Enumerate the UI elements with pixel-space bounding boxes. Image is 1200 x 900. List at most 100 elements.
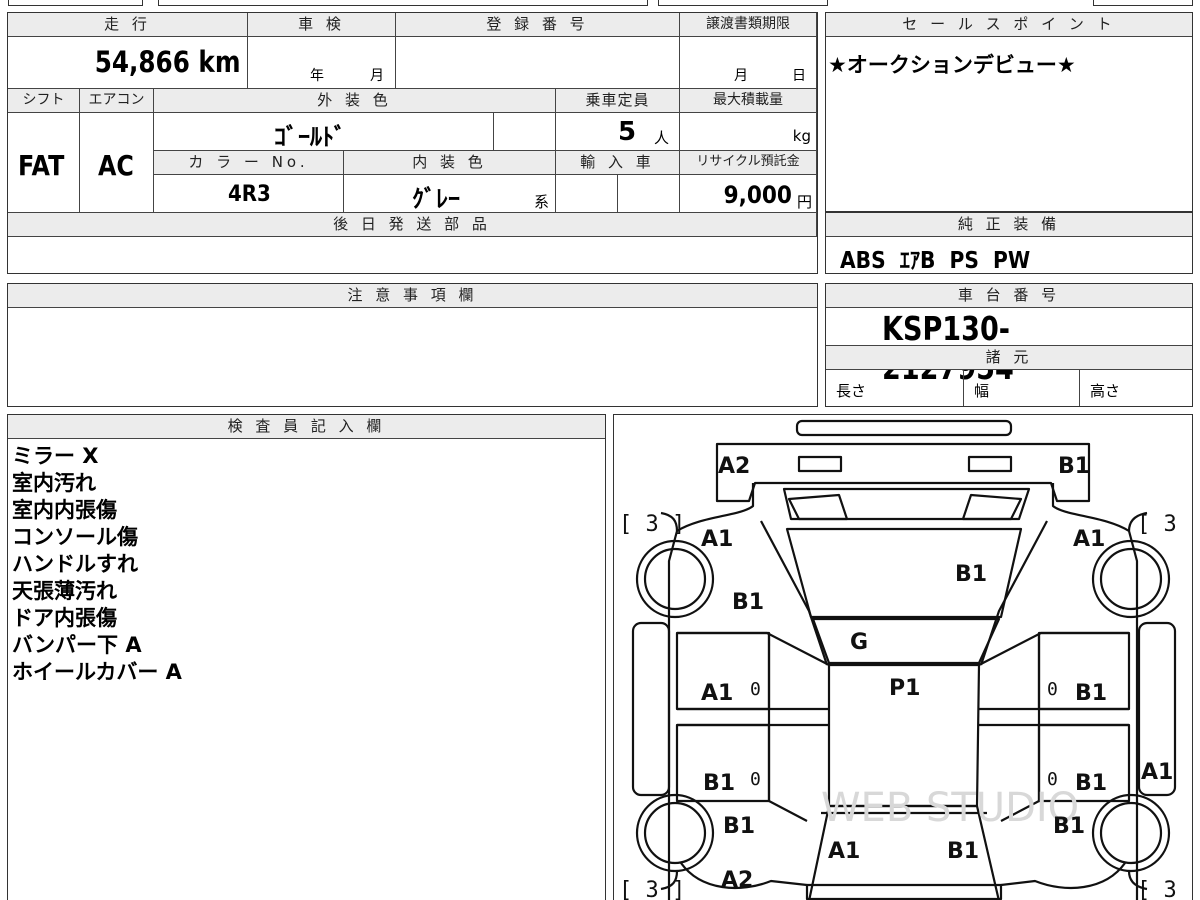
import-cell-2	[618, 175, 680, 213]
inspector-line: ハンドルすれ	[12, 552, 138, 576]
mark-left-rear-fender: B1	[723, 814, 755, 839]
inspector-line: 室内内張傷	[12, 498, 117, 522]
mark-hood: B1	[955, 562, 987, 587]
width-cell: 幅	[964, 370, 1080, 406]
exterior-color-value: ｺﾞｰﾙﾄﾞ	[274, 123, 346, 151]
later-parts-label: 後 日 発 送 部 品	[8, 213, 817, 237]
genuine-equipment-box: 純 正 装 備 ABS ｴｱB PS PW	[825, 212, 1193, 274]
mark-front-left-fender: A1	[701, 527, 733, 552]
inspector-line: コンソール傷	[12, 525, 138, 549]
mark-left-front-pillar: B1	[732, 590, 764, 615]
max-load-cell: kg	[680, 113, 817, 151]
recycle-cell: 9,000 円	[680, 175, 817, 213]
later-parts-area	[8, 237, 817, 272]
inspection-year-unit: 年	[310, 68, 324, 84]
mark-left-front-door: A1	[701, 681, 733, 706]
recycle-label: リサイクル預託金	[680, 151, 817, 175]
zero-mark: 0	[1047, 769, 1058, 790]
capacity-label: 乗車定員	[556, 89, 680, 113]
inspector-line: ホイールカバー A	[12, 660, 182, 684]
chassis-label: 車 台 番 号	[826, 284, 1192, 308]
vehicle-info-table: 走 行 車 検 登 録 番 号 譲渡書類期限 54,866 km 年 月 月 日…	[7, 12, 818, 274]
interior-color-cell: ｸﾞﾚｰ 系	[344, 175, 556, 213]
capacity-unit: 人	[654, 129, 670, 147]
interior-color-suffix: 系	[534, 193, 550, 211]
color-no-value: 4R3	[228, 182, 271, 207]
inspector-line: 室内汚れ	[12, 471, 96, 495]
registration-label: 登 録 番 号	[396, 13, 680, 37]
zero-mark: 0	[750, 769, 761, 790]
specs-label: 諸 元	[826, 346, 1192, 370]
inspection-cell: 年 月	[248, 37, 396, 89]
top-strip	[8, 0, 1193, 6]
zero-mark: 0	[1047, 679, 1058, 700]
inspector-box: 検 査 員 記 入 欄 ミラー X 室内汚れ 室内内張傷 コンソール傷 ハンドル…	[7, 414, 606, 900]
length-label: 長さ	[836, 382, 867, 400]
shift-cell: FAT	[8, 113, 80, 213]
import-cell-1	[556, 175, 618, 213]
mark-front-left-bumper: A2	[718, 454, 750, 479]
inspector-line: 天張薄汚れ	[12, 579, 117, 603]
tire-rear-left: [ 3 ]	[619, 878, 685, 900]
inspection-label: 車 検	[248, 13, 396, 37]
mark-right-rear-fender: B1	[1053, 814, 1085, 839]
notes-box: 注 意 事 項 欄	[7, 283, 818, 407]
ac-value: AC	[98, 149, 134, 182]
car-diagram-box: WEB STUDIO A2 B1 A1 A1 B1 B1 G P1 A1 B1 …	[613, 414, 1193, 900]
mark-roof: P1	[889, 676, 920, 701]
max-load-unit: kg	[792, 127, 811, 145]
inspector-line: ミラー X	[12, 444, 99, 468]
recycle-value: 9,000	[723, 181, 792, 209]
capacity-cell: 5 人	[556, 113, 680, 151]
mark-windshield: G	[850, 630, 868, 655]
mark-front-right-fender: A1	[1073, 527, 1105, 552]
zero-mark: 0	[750, 679, 761, 700]
length-cell: 長さ	[826, 370, 964, 406]
mark-rear-left-bumper: A2	[721, 868, 753, 893]
chassis-number-cell: KSP130-2127954	[826, 308, 1192, 387]
ac-label: エアコン	[80, 89, 154, 113]
max-load-label: 最大積載量	[680, 89, 817, 113]
chassis-box: 車 台 番 号 KSP130-2127954 諸 元 長さ 幅 高さ	[825, 283, 1193, 407]
width-label: 幅	[974, 382, 990, 400]
mark-trunk-right: B1	[947, 839, 979, 864]
mark-right-rear-door: B1	[1075, 771, 1107, 796]
shift-value: FAT	[18, 149, 65, 182]
registration-cell	[396, 37, 680, 89]
sales-point-text: ★オークションデビュー★	[828, 53, 1076, 77]
car-diagram: WEB STUDIO A2 B1 A1 A1 B1 B1 G P1 A1 B1 …	[619, 419, 1192, 900]
color-no-label: カ ラ ー No.	[154, 151, 344, 175]
recycle-unit: 円	[796, 193, 812, 211]
transfer-month-unit: 月	[734, 68, 748, 84]
watermark: WEB STUDIO	[821, 785, 1079, 831]
interior-color-label: 内 装 色	[344, 151, 556, 175]
mark-front-right-bumper: B1	[1058, 454, 1090, 479]
tire-front-right: [ 3 ]	[1137, 512, 1192, 537]
inspection-month-unit: 月	[370, 68, 384, 84]
sales-point-box: セ ー ル ス ポ イ ン ト ★オークションデビュー★	[825, 12, 1193, 212]
mileage-value: 54,866 km	[95, 45, 241, 79]
height-cell: 高さ	[1080, 370, 1192, 406]
color-no-cell: 4R3	[154, 175, 344, 213]
mileage-label: 走 行	[8, 13, 248, 37]
genuine-equipment-label: 純 正 装 備	[826, 213, 1192, 237]
interior-color-value: ｸﾞﾚｰ	[412, 185, 460, 213]
sales-point-label: セ ー ル ス ポ イ ン ト	[826, 13, 1192, 37]
transfer-doc-label: 譲渡書類期限	[680, 13, 817, 37]
tire-rear-right: [ 3 ]	[1137, 878, 1192, 900]
tire-front-left: [ 3 ]	[619, 512, 685, 537]
exterior-color-label: 外 装 色	[154, 89, 556, 113]
inspector-line: ドア内張傷	[12, 606, 117, 630]
inspector-line: バンパー下 A	[12, 633, 142, 657]
transfer-day-unit: 日	[792, 68, 806, 84]
capacity-value: 5	[618, 117, 637, 147]
exterior-color-extra-cell	[494, 113, 556, 151]
inspector-label: 検 査 員 記 入 欄	[8, 415, 605, 439]
mark-right-side-sill: A1	[1141, 760, 1173, 785]
shift-label: シフト	[8, 89, 80, 113]
notes-label: 注 意 事 項 欄	[8, 284, 817, 308]
mark-trunk-left: A1	[828, 839, 860, 864]
exterior-color-cell: ｺﾞｰﾙﾄﾞ	[154, 113, 494, 151]
transfer-doc-cell: 月 日	[680, 37, 817, 89]
import-label: 輸 入 車	[556, 151, 680, 175]
